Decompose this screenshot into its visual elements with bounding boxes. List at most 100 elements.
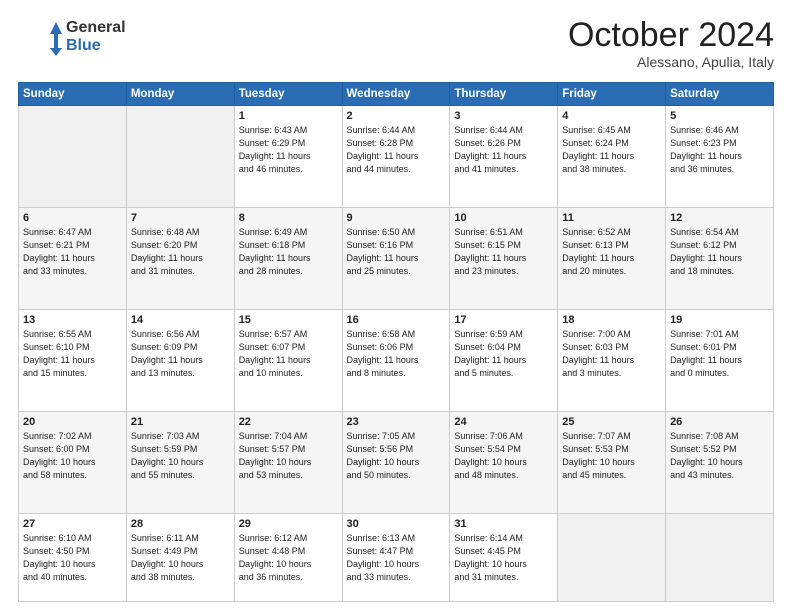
calendar-cell: 2 Sunrise: 6:44 AMSunset: 6:28 PMDaylight…: [342, 106, 450, 208]
day-number: 20: [23, 416, 122, 428]
day-number: 2: [347, 110, 446, 122]
day-info: Sunrise: 7:08 AMSunset: 5:52 PMDaylight:…: [670, 430, 769, 482]
day-info: Sunrise: 7:00 AMSunset: 6:03 PMDaylight:…: [562, 328, 661, 380]
calendar-table: SundayMondayTuesdayWednesdayThursdayFrid…: [18, 82, 774, 602]
day-number: 30: [347, 518, 446, 530]
calendar-cell: [558, 513, 666, 601]
day-number: 22: [239, 416, 338, 428]
weekday-header-friday: Friday: [558, 83, 666, 106]
day-number: 26: [670, 416, 769, 428]
calendar-cell: 14Sunrise: 6:56 AMSunset: 6:09 PMDayligh…: [126, 309, 234, 411]
day-info: Sunrise: 6:47 AMSunset: 6:21 PMDaylight:…: [23, 226, 122, 278]
calendar-cell: 5Sunrise: 6:46 AMSunset: 6:23 PMDaylight…: [666, 106, 774, 208]
calendar-cell: 7 Sunrise: 6:48 AMSunset: 6:20 PMDaylight…: [126, 207, 234, 309]
day-number: 11: [562, 212, 661, 224]
day-number: 1: [239, 110, 338, 122]
day-info: Sunrise: 7:06 AMSunset: 5:54 PMDaylight:…: [454, 430, 553, 482]
logo-line2: Blue: [66, 37, 126, 55]
day-number: 15: [239, 314, 338, 326]
logo-text: General Blue: [66, 19, 126, 56]
day-number: 7: [131, 212, 230, 224]
calendar-cell: 26 Sunrise: 7:08 AMSunset: 5:52 PMDayligh…: [666, 411, 774, 513]
day-info: Sunrise: 6:13 AMSunset: 4:47 PMDaylight:…: [347, 532, 446, 584]
day-number: 16: [347, 314, 446, 326]
day-info: Sunrise: 6:44 AMSunset: 6:26 PMDaylight:…: [454, 124, 553, 176]
calendar-cell: 27 Sunrise: 6:10 AMSunset: 4:50 PMDayligh…: [19, 513, 127, 601]
day-info: Sunrise: 7:01 AMSunset: 6:01 PMDaylight:…: [670, 328, 769, 380]
day-number: 23: [347, 416, 446, 428]
day-number: 27: [23, 518, 122, 530]
day-number: 28: [131, 518, 230, 530]
calendar-cell: [19, 106, 127, 208]
day-info: Sunrise: 6:57 AMSunset: 6:07 PMDaylight:…: [239, 328, 338, 380]
day-info: Sunrise: 6:10 AMSunset: 4:50 PMDaylight:…: [23, 532, 122, 584]
calendar-cell: 15 Sunrise: 6:57 AMSunset: 6:07 PMDayligh…: [234, 309, 342, 411]
day-info: Sunrise: 6:12 AMSunset: 4:48 PMDaylight:…: [239, 532, 338, 584]
calendar-cell: 30 Sunrise: 6:13 AMSunset: 4:47 PMDayligh…: [342, 513, 450, 601]
logo-line1: General: [66, 19, 126, 37]
calendar-cell: 22 Sunrise: 7:04 AMSunset: 5:57 PMDayligh…: [234, 411, 342, 513]
day-info: Sunrise: 6:58 AMSunset: 6:06 PMDaylight:…: [347, 328, 446, 380]
day-info: Sunrise: 6:48 AMSunset: 6:20 PMDaylight:…: [131, 226, 230, 278]
weekday-header-monday: Monday: [126, 83, 234, 106]
weekday-header-thursday: Thursday: [450, 83, 558, 106]
day-number: 19: [670, 314, 769, 326]
calendar-cell: 12Sunrise: 6:54 AMSunset: 6:12 PMDayligh…: [666, 207, 774, 309]
day-info: Sunrise: 6:51 AMSunset: 6:15 PMDaylight:…: [454, 226, 553, 278]
weekday-header-sunday: Sunday: [19, 83, 127, 106]
day-number: 25: [562, 416, 661, 428]
calendar-cell: 11 Sunrise: 6:52 AMSunset: 6:13 PMDayligh…: [558, 207, 666, 309]
day-number: 9: [347, 212, 446, 224]
day-number: 6: [23, 212, 122, 224]
day-number: 12: [670, 212, 769, 224]
day-info: Sunrise: 6:52 AMSunset: 6:13 PMDaylight:…: [562, 226, 661, 278]
calendar-cell: 29Sunrise: 6:12 AMSunset: 4:48 PMDayligh…: [234, 513, 342, 601]
calendar-week-5: 27 Sunrise: 6:10 AMSunset: 4:50 PMDayligh…: [19, 513, 774, 601]
day-info: Sunrise: 6:43 AMSunset: 6:29 PMDaylight:…: [239, 124, 338, 176]
day-info: Sunrise: 6:11 AMSunset: 4:49 PMDaylight:…: [131, 532, 230, 584]
calendar-cell: 24 Sunrise: 7:06 AMSunset: 5:54 PMDayligh…: [450, 411, 558, 513]
calendar-week-2: 6 Sunrise: 6:47 AMSunset: 6:21 PMDaylight…: [19, 207, 774, 309]
calendar-week-1: 1 Sunrise: 6:43 AMSunset: 6:29 PMDaylight…: [19, 106, 774, 208]
day-info: Sunrise: 6:44 AMSunset: 6:28 PMDaylight:…: [347, 124, 446, 176]
calendar-cell: 16 Sunrise: 6:58 AMSunset: 6:06 PMDayligh…: [342, 309, 450, 411]
day-number: 13: [23, 314, 122, 326]
day-number: 24: [454, 416, 553, 428]
calendar-cell: 8Sunrise: 6:49 AMSunset: 6:18 PMDaylight…: [234, 207, 342, 309]
day-number: 17: [454, 314, 553, 326]
logo: General Blue: [18, 18, 126, 56]
month-title: October 2024: [568, 18, 774, 52]
calendar-cell: 21Sunrise: 7:03 AMSunset: 5:59 PMDayligh…: [126, 411, 234, 513]
calendar-cell: 18 Sunrise: 7:00 AMSunset: 6:03 PMDayligh…: [558, 309, 666, 411]
calendar-cell: 28 Sunrise: 6:11 AMSunset: 4:49 PMDayligh…: [126, 513, 234, 601]
day-number: 31: [454, 518, 553, 530]
day-info: Sunrise: 6:49 AMSunset: 6:18 PMDaylight:…: [239, 226, 338, 278]
day-info: Sunrise: 6:55 AMSunset: 6:10 PMDaylight:…: [23, 328, 122, 380]
day-info: Sunrise: 6:45 AMSunset: 6:24 PMDaylight:…: [562, 124, 661, 176]
day-info: Sunrise: 7:03 AMSunset: 5:59 PMDaylight:…: [131, 430, 230, 482]
day-number: 18: [562, 314, 661, 326]
logo-container: General Blue: [18, 18, 126, 56]
calendar-cell: 17Sunrise: 6:59 AMSunset: 6:04 PMDayligh…: [450, 309, 558, 411]
calendar-cell: 4Sunrise: 6:45 AMSunset: 6:24 PMDaylight…: [558, 106, 666, 208]
header: General Blue October 2024 Alessano, Apul…: [18, 18, 774, 70]
title-block: October 2024 Alessano, Apulia, Italy: [568, 18, 774, 70]
calendar-cell: 31Sunrise: 6:14 AMSunset: 4:45 PMDayligh…: [450, 513, 558, 601]
calendar-cell: 19 Sunrise: 7:01 AMSunset: 6:01 PMDayligh…: [666, 309, 774, 411]
calendar-cell: 9Sunrise: 6:50 AMSunset: 6:16 PMDaylight…: [342, 207, 450, 309]
day-info: Sunrise: 7:04 AMSunset: 5:57 PMDaylight:…: [239, 430, 338, 482]
calendar-cell: 3Sunrise: 6:44 AMSunset: 6:26 PMDaylight…: [450, 106, 558, 208]
calendar-cell: 23 Sunrise: 7:05 AMSunset: 5:56 PMDayligh…: [342, 411, 450, 513]
calendar-cell: [666, 513, 774, 601]
calendar-cell: [126, 106, 234, 208]
calendar-cell: 10 Sunrise: 6:51 AMSunset: 6:15 PMDayligh…: [450, 207, 558, 309]
weekday-header-wednesday: Wednesday: [342, 83, 450, 106]
calendar-cell: 1 Sunrise: 6:43 AMSunset: 6:29 PMDaylight…: [234, 106, 342, 208]
day-number: 10: [454, 212, 553, 224]
calendar-header-row: SundayMondayTuesdayWednesdayThursdayFrid…: [19, 83, 774, 106]
day-info: Sunrise: 7:05 AMSunset: 5:56 PMDaylight:…: [347, 430, 446, 482]
calendar-cell: 20Sunrise: 7:02 AMSunset: 6:00 PMDayligh…: [19, 411, 127, 513]
day-info: Sunrise: 6:46 AMSunset: 6:23 PMDaylight:…: [670, 124, 769, 176]
calendar-cell: 6 Sunrise: 6:47 AMSunset: 6:21 PMDaylight…: [19, 207, 127, 309]
calendar-cell: 25Sunrise: 7:07 AMSunset: 5:53 PMDayligh…: [558, 411, 666, 513]
